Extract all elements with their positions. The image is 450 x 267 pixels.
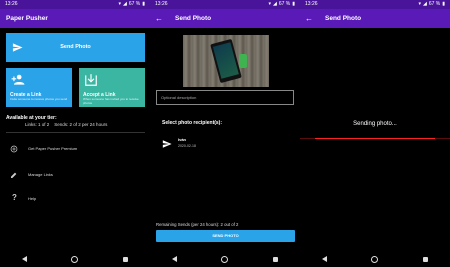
back-arrow-icon[interactable]: ← [155,9,163,28]
status-battery: 67 % [278,1,291,7]
nav-back-icon[interactable] [172,256,178,262]
premium-icon [10,145,18,153]
description-input[interactable]: Optional description [156,90,294,105]
download-inbox-icon [85,74,97,86]
screen-home: 13:26 ▾ ◢ 67 % ▮ Paper Pusher Send Photo… [0,0,150,267]
tier-heading: Available at your tier: [6,115,57,121]
nav-home-icon[interactable] [371,255,379,263]
nav-bar [150,251,300,267]
edit-link-icon [11,172,17,178]
nav-recents-icon[interactable] [272,256,278,262]
menu-item-label: Manage Links [28,172,53,177]
nav-back-icon[interactable] [322,256,328,262]
send-photo-label: Send Photo [60,44,91,50]
wifi-icon: ▾ [118,1,121,7]
create-link-button[interactable]: Create a Link Invite someone to receive … [6,68,72,107]
status-bar: 13:26 ▾ ◢ 67 % ▮ [300,0,450,9]
add-person-icon [11,74,25,85]
battery-icon: ▮ [442,1,445,7]
nav-recents-icon[interactable] [122,256,128,262]
battery-icon: ▮ [292,1,295,7]
sending-progress-bar [300,138,450,139]
nav-recents-icon[interactable] [422,256,428,262]
photo-preview [183,35,269,87]
status-time: 13:26 [155,1,168,7]
app-title: Paper Pusher [6,15,48,22]
sends-limit: Sends: 2 of 2 per 24 hours [54,122,108,127]
nav-home-icon[interactable] [221,255,229,263]
menu-item-manage-links[interactable]: Manage Links [6,169,145,181]
signal-icon: ◢ [122,1,127,7]
app-bar: ← Send Photo [300,9,450,28]
divider [6,132,145,133]
nav-back-icon[interactable] [22,256,28,262]
send-photo-button[interactable]: Send Photo [6,33,145,62]
sending-status: Sending photo... [353,121,397,127]
page-title: Send Photo [325,15,362,22]
signal-icon: ◢ [272,1,277,7]
nav-bar [300,251,450,267]
page-title: Send Photo [175,15,212,22]
accept-link-description: When someone has invited you to receive … [83,97,139,105]
send-photo-button[interactable]: SEND PHOTO [156,230,295,242]
screen-send-photo: 13:26 ▾ ◢ 67 % ▮ ← Send Photo Optional d… [150,0,300,267]
battery-icon: ▮ [142,1,145,7]
send-icon [162,140,172,148]
recipient-name: Iván [178,137,187,142]
status-time: 13:26 [305,1,318,7]
remaining-sends: Remaining Sends (per 24 hours): 2 out of… [156,222,239,227]
links-limit: Links: 1 of 2 [25,122,50,127]
status-battery: 67 % [128,1,141,7]
nav-home-icon[interactable] [71,255,79,263]
status-bar: 13:26 ▾ ◢ 67 % ▮ [150,0,300,9]
accept-link-button[interactable]: Accept a Link When someone has invited y… [79,68,145,107]
recipients-label: Select photo recipient(s): [162,120,223,126]
status-bar: 13:26 ▾ ◢ 67 % ▮ [0,0,150,9]
status-time: 13:26 [5,1,18,7]
back-arrow-icon[interactable]: ← [305,9,313,28]
description-placeholder: Optional description [161,95,197,100]
tier-limits: Links: 1 of 2 Sends: 2 of 2 per 24 hours [25,122,107,127]
menu-item-premium[interactable]: Get Paper Pusher Premium [6,143,145,155]
create-link-description: Invite someone to receive photos you sen… [10,97,68,101]
menu-item-label: Help [28,196,37,201]
recipient-date: 2020-02-18 [178,144,196,148]
progress-fill [315,138,435,139]
recipient-item[interactable]: Iván 2020-02-18 [160,135,290,153]
help-icon: ? [12,193,17,202]
app-bar: ← Send Photo [150,9,300,28]
wifi-icon: ▾ [268,1,271,7]
app-bar: Paper Pusher [0,9,150,28]
nav-bar [0,251,150,267]
signal-icon: ◢ [422,1,427,7]
wifi-icon: ▾ [418,1,421,7]
status-battery: 67 % [428,1,441,7]
menu-item-label: Get Paper Pusher Premium [28,146,78,151]
screen-sending: 13:26 ▾ ◢ 67 % ▮ ← Send Photo Sending ph… [300,0,450,267]
menu-item-help[interactable]: ? Help [6,193,145,205]
